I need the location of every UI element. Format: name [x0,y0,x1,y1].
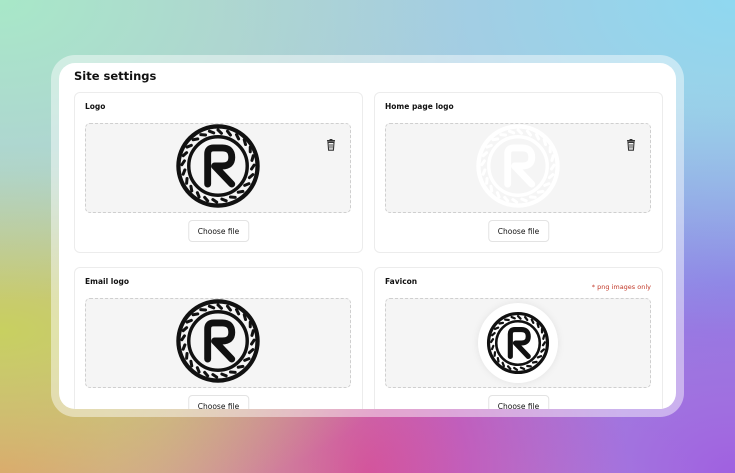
choose-file-button[interactable]: Choose file [487,395,550,409]
trash-icon[interactable] [626,136,636,148]
logo-card: Logo Choose file [74,92,363,253]
trash-icon[interactable] [326,136,336,148]
card-label: Home page logo [385,102,454,111]
card-label: Email logo [85,277,129,286]
settings-panel: Site settings Logo Choose file Home page… [59,63,676,409]
brand-logo-icon [175,298,261,388]
favicon-preview [478,303,558,383]
home-page-logo-card: Home page logo Choose file [374,92,663,253]
brand-logo-icon [475,123,561,213]
favicon-upload-dropzone[interactable] [385,298,651,388]
favicon-card: Favicon * png images only Choose file [374,267,663,409]
choose-file-button[interactable]: Choose file [487,220,550,242]
page-title: Site settings [74,69,157,83]
card-label: Favicon [385,277,418,286]
email-logo-card: Email logo Choose file [74,267,363,409]
home-page-logo-upload-dropzone[interactable] [385,123,651,213]
email-logo-upload-dropzone[interactable] [85,298,351,388]
brand-logo-icon [486,311,550,375]
png-only-note: * png images only [591,283,651,291]
card-label: Logo [85,102,106,111]
logo-upload-dropzone[interactable] [85,123,351,213]
choose-file-button[interactable]: Choose file [187,395,250,409]
brand-logo-icon [175,123,261,213]
choose-file-button[interactable]: Choose file [187,220,250,242]
